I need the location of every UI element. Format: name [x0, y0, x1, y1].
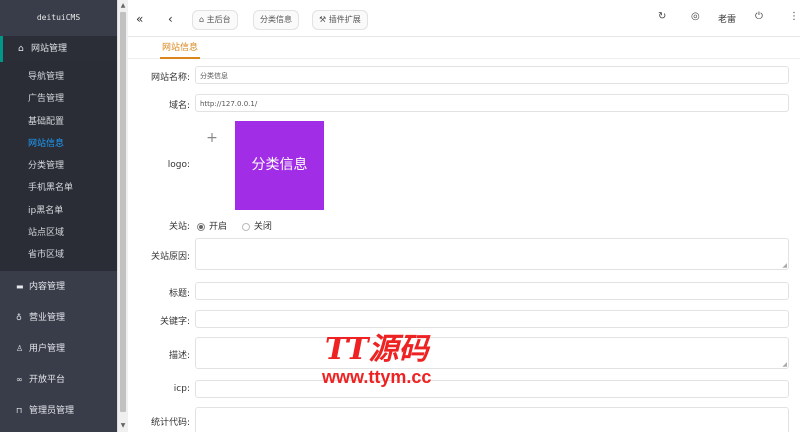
sidebar-item-ip-blacklist[interactable]: ip黑名单: [0, 200, 117, 222]
domain-label: 域名:: [168, 101, 190, 111]
form-row-keywords: 关键字:: [128, 310, 800, 328]
shop-icon: ♁: [16, 312, 22, 322]
brand-logo: deituiCMS: [0, 0, 117, 36]
title-label: 标题:: [168, 289, 190, 299]
close-radio-group: 开启 关闭: [197, 219, 284, 232]
stats-label: 统计代码:: [150, 418, 190, 428]
user-icon: ♙: [16, 343, 24, 353]
scroll-up-icon[interactable]: ▲: [119, 2, 127, 10]
domain-input[interactable]: http://127.0.0.1/: [195, 94, 789, 112]
resize-handle-icon[interactable]: ◢: [782, 262, 787, 269]
form-row-domain: 域名: http://127.0.0.1/: [128, 94, 800, 112]
close-on-radio[interactable]: [197, 222, 205, 231]
home-tab-label: 主后台: [206, 15, 231, 24]
scroll-down-icon[interactable]: ▼: [119, 422, 127, 430]
watermark-url: www.ttym.cc: [322, 367, 432, 387]
close-reason-label: 关站原因:: [150, 252, 190, 262]
sidebar-group-content[interactable]: ▬ 内容管理: [0, 271, 117, 302]
sidebar-item-nav[interactable]: 导航管理: [0, 66, 117, 88]
tab-bar: 网站信息: [128, 36, 800, 59]
home-icon: ⌂: [18, 44, 24, 54]
sidebar-group-label: 内容管理: [29, 281, 66, 292]
close-off-label: 关闭: [253, 222, 272, 232]
sidebar-item-site-info[interactable]: 网站信息: [0, 133, 117, 155]
sidebar-scrollbar[interactable]: ▲ ▼: [117, 0, 128, 432]
sidebar-group-label: 用户管理: [29, 343, 66, 354]
category-tab-button[interactable]: 分类信息: [253, 10, 299, 30]
keywords-label: 关键字:: [159, 317, 190, 327]
sidebar-group-label: 营业管理: [29, 312, 66, 323]
form-row-description: 描述: ◢: [128, 337, 800, 369]
sidebar-group-label: 管理员管理: [29, 405, 75, 416]
sidebar-item-site-area[interactable]: 站点区域: [0, 222, 117, 244]
keywords-input[interactable]: [195, 310, 789, 328]
plugins-tab-label: 插件扩展: [328, 15, 361, 24]
logo-preview[interactable]: 分类信息: [235, 121, 324, 210]
sidebar-group-label: 网站管理: [31, 44, 68, 54]
sidebar-item-ads[interactable]: 广告管理: [0, 88, 117, 110]
description-textarea[interactable]: ◢: [195, 337, 789, 369]
logo-label: logo:: [167, 160, 190, 170]
home-icon: ⌂: [199, 15, 207, 24]
title-input[interactable]: [195, 282, 789, 300]
top-header: « ‹ ⌂ 主后台 分类信息 ⚒ 插件扩展 ↻ ◎ 老雷 ⏻ ⋮: [128, 0, 800, 37]
power-icon[interactable]: ⏻: [755, 11, 763, 22]
theme-icon[interactable]: ◎: [691, 11, 700, 22]
card-icon: ▬: [16, 281, 24, 291]
sidebar-group-site[interactable]: ⌂ 网站管理: [0, 36, 117, 62]
lock-icon: ⊓: [16, 405, 23, 415]
resize-handle-icon[interactable]: ◢: [782, 361, 787, 368]
upload-add-icon[interactable]: +: [201, 128, 223, 150]
sidebar-group-open-platform[interactable]: ∞ 开放平台: [0, 364, 117, 395]
link-icon: ∞: [16, 374, 23, 384]
form-row-title: 标题:: [128, 282, 800, 300]
close-reason-textarea[interactable]: ◢: [195, 238, 789, 270]
form-row-site-name: 网站名称: 分类信息: [128, 66, 800, 84]
collapse-sidebar-icon[interactable]: «: [136, 10, 143, 28]
tab-site-info[interactable]: 网站信息: [160, 39, 201, 59]
site-name-input[interactable]: 分类信息: [195, 66, 789, 84]
tools-icon: ⚒: [319, 15, 329, 24]
close-label: 关站:: [168, 222, 190, 232]
sidebar: deituiCMS ⌂ 网站管理 导航管理 广告管理 基础配置 网站信息 分类管理…: [0, 0, 117, 432]
form-row-icp: icp:: [128, 380, 800, 398]
form-row-stats: 统计代码:: [128, 407, 800, 432]
form-row-close-reason: 关站原因: ◢: [128, 238, 800, 270]
icp-input[interactable]: [195, 380, 789, 398]
refresh-icon[interactable]: ↻: [658, 11, 666, 22]
sidebar-group-label: 开放平台: [29, 374, 66, 385]
icp-label: icp:: [173, 384, 190, 394]
close-off-radio[interactable]: [241, 222, 250, 231]
sidebar-item-province-area[interactable]: 省市区域: [0, 244, 117, 266]
description-label: 描述:: [168, 351, 190, 361]
sidebar-item-phone-blacklist[interactable]: 手机黑名单: [0, 177, 117, 199]
user-menu[interactable]: 老雷: [718, 12, 736, 25]
site-name-label: 网站名称:: [150, 73, 190, 83]
scroll-thumb[interactable]: [120, 12, 126, 412]
watermark-top: TT源码: [324, 332, 429, 367]
sidebar-submenu: 导航管理 广告管理 基础配置 网站信息 分类管理 手机黑名单 ip黑名单 站点区…: [0, 62, 117, 271]
back-icon[interactable]: ‹: [168, 10, 173, 28]
plugins-tab-button[interactable]: ⚒ 插件扩展: [312, 10, 368, 30]
stats-textarea[interactable]: [195, 407, 789, 432]
sidebar-item-category[interactable]: 分类管理: [0, 155, 117, 177]
more-icon[interactable]: ⋮: [789, 11, 799, 22]
sidebar-item-basic-config[interactable]: 基础配置: [0, 111, 117, 133]
sidebar-group-business[interactable]: ♁ 营业管理: [0, 302, 117, 333]
sidebar-group-admins[interactable]: ⊓ 管理员管理: [0, 395, 117, 426]
close-on-label: 开启: [209, 222, 228, 232]
home-tab-button[interactable]: ⌂ 主后台: [192, 10, 238, 30]
sidebar-group-users[interactable]: ♙ 用户管理: [0, 333, 117, 364]
form-row-logo: logo:: [128, 160, 800, 174]
watermark: TT源码 www.ttym.cc: [322, 334, 431, 388]
